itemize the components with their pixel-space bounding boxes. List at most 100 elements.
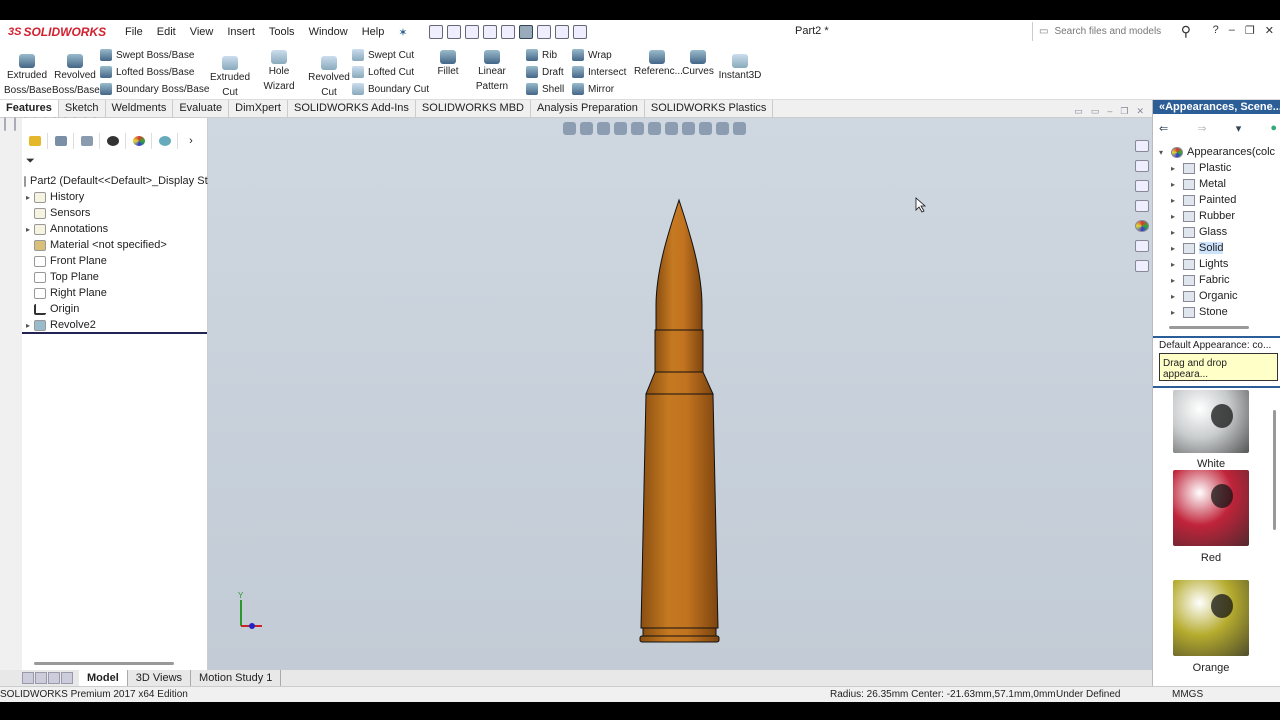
horizontal-scrollbar[interactable] (34, 662, 174, 665)
intersect-button[interactable]: Intersect (572, 66, 626, 78)
swatch-scrollbar[interactable] (1273, 410, 1276, 530)
expand-arrow-icon[interactable]: ▸ (1171, 180, 1183, 189)
expand-arrow-icon[interactable]: ▸ (1171, 196, 1183, 205)
dropdown-icon[interactable]: ▾ (1236, 122, 1242, 135)
expand-arrow-icon[interactable]: ▸ (1171, 292, 1183, 301)
property-manager-tab[interactable] (48, 133, 74, 149)
shell-button[interactable]: Shell (526, 83, 564, 95)
first-tab-icon[interactable] (22, 672, 34, 684)
menu-insert[interactable]: Insert (220, 26, 262, 39)
menu-window[interactable]: Window (302, 26, 355, 39)
appearance-folder-lights[interactable]: ▸ Lights (1171, 256, 1280, 272)
menu-file[interactable]: File (118, 26, 150, 39)
viewport-tile-icon[interactable]: ▭ (1074, 106, 1083, 117)
tab-analysis-preparation[interactable]: Analysis Preparation (531, 100, 645, 117)
tab-sketch[interactable]: Sketch (59, 100, 106, 117)
dimxpert-manager-tab[interactable] (100, 133, 126, 149)
wrap-button[interactable]: Wrap (572, 49, 612, 61)
print-icon[interactable] (482, 25, 497, 39)
tree-item-origin[interactable]: Origin (22, 301, 208, 317)
expand-arrow-icon[interactable]: ▸ (22, 225, 34, 234)
tab-model[interactable]: Model (79, 670, 128, 686)
cam-tab[interactable] (152, 133, 178, 149)
filter-icon[interactable]: ⏷ (26, 155, 35, 168)
boundary-cut-button[interactable]: Boundary Cut (352, 83, 429, 95)
tab-evaluate[interactable]: Evaluate (173, 100, 230, 117)
tree-item-material[interactable]: Material <not specified> (22, 237, 208, 253)
tab-plastics[interactable]: SOLIDWORKS Plastics (645, 100, 774, 117)
collapse-arrow-icon[interactable]: ▾ (1159, 148, 1171, 157)
expand-arrow-icon[interactable]: ▸ (22, 193, 34, 202)
tool-strip-icon[interactable] (14, 117, 16, 131)
swatch-red[interactable] (1173, 470, 1249, 546)
search-input[interactable]: Search files and models (1054, 26, 1161, 37)
menu-edit[interactable]: Edit (150, 26, 183, 39)
tree-item-front-plane[interactable]: Front Plane (22, 253, 208, 269)
bullet-model[interactable] (639, 198, 720, 643)
rib-button[interactable]: Rib (526, 49, 557, 61)
options-gear-icon[interactable] (572, 25, 587, 39)
appearances-header[interactable]: «Appearances, Scene... (1153, 100, 1280, 114)
display-manager-tab[interactable] (126, 133, 152, 149)
rollback-bar[interactable] (22, 332, 207, 334)
search-box[interactable]: ▭ Search files and models ⚲ (1032, 22, 1197, 41)
appearance-folder-plastic[interactable]: ▸ Plastic (1171, 160, 1280, 176)
mirror-button[interactable]: Mirror (572, 83, 614, 95)
expand-arrow-icon[interactable]: ▸ (1171, 212, 1183, 221)
panel-divider[interactable] (1153, 386, 1280, 388)
expand-arrow-icon[interactable]: ▸ (1171, 308, 1183, 317)
hole-wizard-button[interactable]: Hole Wizard (252, 46, 306, 94)
revolved-cut-button[interactable]: Revolved Cut (308, 52, 350, 100)
appearance-folder-fabric[interactable]: ▸ Fabric (1171, 272, 1280, 288)
feature-manager-tab[interactable] (22, 133, 48, 149)
tab-weldments[interactable]: Weldments (106, 100, 174, 117)
custom-properties-icon[interactable] (1135, 240, 1149, 252)
viewport-minimize-icon[interactable]: – (1107, 106, 1112, 117)
appearance-folder-glass[interactable]: ▸ Glass (1171, 224, 1280, 240)
reference-geometry-button[interactable]: Referenc... (634, 46, 683, 79)
appearance-folder-painted[interactable]: ▸ Painted (1171, 192, 1280, 208)
viewport-restore-icon[interactable]: ❐ (1120, 106, 1128, 117)
curves-button[interactable]: Curves (682, 46, 714, 79)
tab-addins[interactable]: SOLIDWORKS Add-Ins (288, 100, 416, 117)
extruded-boss-button[interactable]: Extruded Boss/Base (4, 50, 52, 98)
tree-item-top-plane[interactable]: Top Plane (22, 269, 208, 285)
tab-motion-study[interactable]: Motion Study 1 (191, 670, 282, 686)
swept-cut-button[interactable]: Swept Cut (352, 49, 414, 61)
configuration-manager-tab[interactable] (74, 133, 100, 149)
swatch-orange[interactable] (1173, 580, 1249, 656)
tree-item-history[interactable]: ▸ History (22, 189, 208, 205)
file-explorer-icon[interactable] (1135, 200, 1149, 212)
tree-item-sensors[interactable]: Sensors (22, 205, 208, 221)
select-icon[interactable] (518, 25, 533, 39)
viewport-close-icon[interactable]: ✕ (1136, 106, 1144, 117)
search-icon[interactable]: ⚲ (1181, 23, 1191, 40)
lofted-boss-button[interactable]: Lofted Boss/Base (100, 66, 194, 78)
tree-root-part[interactable]: Part2 (Default<<Default>_Display Sta (24, 173, 214, 189)
forward-icon[interactable]: ⇒ (1197, 122, 1206, 135)
save-icon[interactable] (464, 25, 479, 39)
forum-icon[interactable] (1135, 260, 1149, 272)
last-tab-icon[interactable] (61, 672, 73, 684)
design-library-icon[interactable] (1135, 180, 1149, 192)
panel-more-arrow[interactable]: › (178, 133, 204, 149)
new-icon[interactable] (428, 25, 443, 39)
linear-pattern-button[interactable]: Linear Pattern (462, 46, 522, 94)
close-icon[interactable]: ✕ (1265, 24, 1274, 37)
home-icon[interactable] (1135, 140, 1149, 152)
expand-arrow-icon[interactable]: ▸ (22, 321, 34, 330)
menu-tools[interactable]: Tools (262, 26, 302, 39)
tree-item-annotations[interactable]: ▸ Annotations (22, 221, 208, 237)
draft-button[interactable]: Draft (526, 66, 564, 78)
appearance-folder-organic[interactable]: ▸ Organic (1171, 288, 1280, 304)
appearance-folder-rubber[interactable]: ▸ Rubber (1171, 208, 1280, 224)
resources-icon[interactable] (1135, 160, 1149, 172)
expand-arrow-icon[interactable]: ▸ (1171, 276, 1183, 285)
menu-help[interactable]: Help (355, 26, 392, 39)
expand-arrow-icon[interactable]: ▸ (1171, 228, 1183, 237)
lofted-cut-button[interactable]: Lofted Cut (352, 66, 414, 78)
open-icon[interactable] (446, 25, 461, 39)
expand-arrow-icon[interactable]: ▸ (1171, 164, 1183, 173)
appearance-folder-metal[interactable]: ▸ Metal (1171, 176, 1280, 192)
appearances-root[interactable]: ▾ Appearances(colc (1159, 144, 1280, 160)
